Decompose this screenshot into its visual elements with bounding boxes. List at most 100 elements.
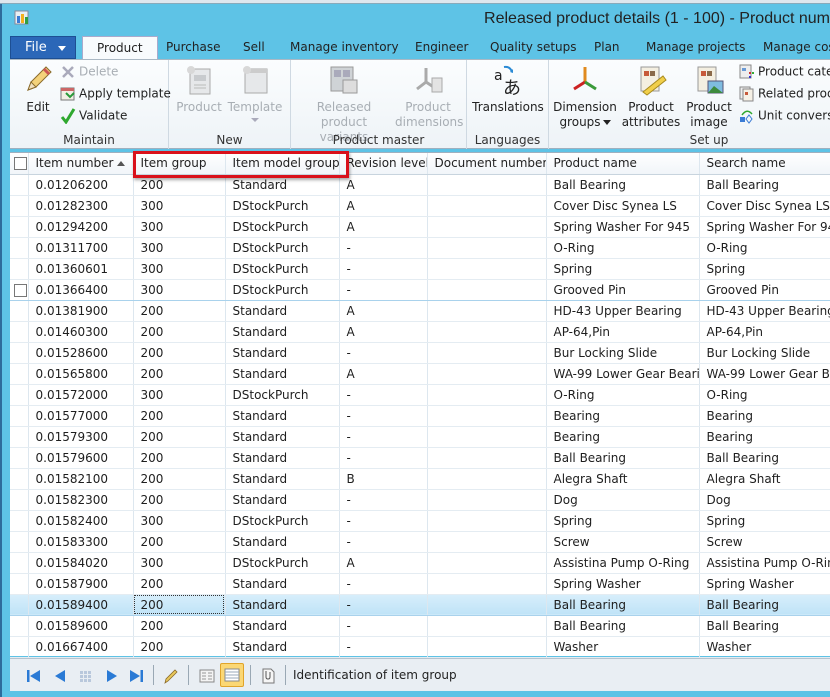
cell-revision-level[interactable]: A [339, 216, 428, 238]
cell-item-group[interactable]: 300 [133, 258, 226, 280]
table-row[interactable]: 0.01587900 200 Standard - Spring Washer Sprin… [10, 573, 830, 595]
cell-search-name[interactable]: Ball Bearing [699, 615, 830, 637]
cell-item-number[interactable]: 0.01366400 [28, 278, 134, 301]
cell-search-name[interactable]: Grooved Pin [699, 278, 830, 301]
cell-item-model-group[interactable]: Standard [225, 636, 340, 658]
cell-item-model-group[interactable]: Standard [225, 593, 340, 616]
cell-item-model-group[interactable]: DStockPurch [225, 216, 340, 238]
cell-item-number[interactable]: 0.01381900 [28, 300, 134, 322]
cell-item-number[interactable]: 0.01584020 [28, 552, 134, 574]
cell-document-number[interactable] [427, 510, 547, 532]
dimension-groups-button[interactable]: Dimension groups [553, 64, 617, 130]
grid-view-button[interactable] [220, 663, 244, 687]
cell-item-number[interactable]: 0.01282300 [28, 195, 134, 217]
cell-product-name[interactable]: Cover Disc Synea LS [546, 195, 700, 217]
cell-search-name[interactable]: Spring [699, 258, 830, 280]
cell-item-group[interactable]: 200 [133, 468, 226, 490]
cell-document-number[interactable] [427, 278, 547, 301]
cell-item-model-group[interactable]: DStockPurch [225, 258, 340, 280]
product-dimensions-button[interactable]: Product dimensions [395, 64, 463, 130]
row-select-cell[interactable] [10, 489, 29, 511]
cell-product-name[interactable]: Screw [546, 531, 700, 553]
cell-item-model-group[interactable]: Standard [225, 300, 340, 322]
tab-sell[interactable]: Sell [243, 36, 265, 59]
cell-document-number[interactable] [427, 174, 547, 196]
cell-product-name[interactable]: Ball Bearing [546, 174, 700, 196]
column-header-item-group[interactable]: Item group [133, 153, 226, 175]
cell-search-name[interactable]: Spring [699, 510, 830, 532]
cell-search-name[interactable]: Cover Disc Synea LS [699, 195, 830, 217]
cell-product-name[interactable]: AP-64,Pin [546, 321, 700, 343]
cell-item-number[interactable]: 0.01589400 [28, 593, 134, 616]
cell-document-number[interactable] [427, 573, 547, 595]
cell-search-name[interactable]: Washer [699, 636, 830, 658]
row-select-cell[interactable] [10, 174, 29, 196]
cell-product-name[interactable]: Spring [546, 510, 700, 532]
cell-revision-level[interactable]: A [339, 300, 428, 322]
cell-revision-level[interactable]: A [339, 195, 428, 217]
cell-revision-level[interactable]: - [339, 636, 428, 658]
cell-item-number[interactable]: 0.01667400 [28, 636, 134, 658]
cell-item-model-group[interactable]: Standard [225, 447, 340, 469]
cell-document-number[interactable] [427, 531, 547, 553]
cell-item-group[interactable]: 300 [133, 510, 226, 532]
cell-document-number[interactable] [427, 552, 547, 574]
table-row[interactable]: 0.01565800 200 Standard A WA-99 Lower Gear B… [10, 363, 830, 385]
cell-product-name[interactable]: Dog [546, 489, 700, 511]
cell-document-number[interactable] [427, 237, 547, 259]
cell-item-model-group[interactable]: DStockPurch [225, 278, 340, 301]
previous-record-button[interactable] [52, 668, 68, 684]
cell-item-group[interactable]: 200 [133, 426, 226, 448]
cell-document-number[interactable] [427, 593, 547, 616]
cell-item-model-group[interactable]: DStockPurch [225, 552, 340, 574]
details-view-button[interactable] [199, 668, 215, 684]
cell-revision-level[interactable]: - [339, 384, 428, 406]
unit-conversions-button[interactable]: Unit conversi [739, 108, 830, 128]
cell-revision-level[interactable]: - [339, 489, 428, 511]
cell-item-number[interactable]: 0.01294200 [28, 216, 134, 238]
table-row[interactable]: 0.01582300 200 Standard - Dog Dog [10, 489, 830, 511]
table-row[interactable]: 0.01381900 200 Standard A HD-43 Upper Bearin… [10, 300, 830, 322]
cell-item-model-group[interactable]: Standard [225, 321, 340, 343]
row-select-cell[interactable] [10, 426, 29, 448]
cell-item-number[interactable]: 0.01528600 [28, 342, 134, 364]
cell-item-number[interactable]: 0.01206200 [28, 174, 134, 196]
cell-revision-level[interactable]: - [339, 258, 428, 280]
cell-item-model-group[interactable]: DStockPurch [225, 384, 340, 406]
cell-item-group[interactable]: 300 [133, 195, 226, 217]
table-row[interactable]: 0.01294200 300 DStockPurch A Spring Washer F… [10, 216, 830, 238]
cell-revision-level[interactable]: B [339, 468, 428, 490]
delete-button[interactable]: Delete [60, 64, 118, 84]
cell-item-group[interactable]: 300 [133, 552, 226, 574]
column-header-revision-level[interactable]: Revision level [339, 153, 428, 175]
column-header-item-number[interactable]: Item number [28, 153, 134, 175]
cell-item-model-group[interactable]: Standard [225, 426, 340, 448]
cell-document-number[interactable] [427, 405, 547, 427]
cell-search-name[interactable]: HD-43 Upper Bearing [699, 300, 830, 322]
cell-item-model-group[interactable]: Standard [225, 489, 340, 511]
cell-document-number[interactable] [427, 426, 547, 448]
cell-search-name[interactable]: Bearing [699, 426, 830, 448]
cell-item-number[interactable]: 0.01460300 [28, 321, 134, 343]
cell-item-number[interactable]: 0.01582400 [28, 510, 134, 532]
cell-item-group[interactable]: 200 [133, 593, 226, 616]
table-row[interactable]: 0.01582400 300 DStockPurch - Spring Spring [10, 510, 830, 532]
cell-item-group[interactable]: 300 [133, 384, 226, 406]
row-select-cell[interactable] [10, 636, 29, 658]
new-template-button[interactable]: Template [227, 64, 283, 122]
cell-search-name[interactable]: Screw [699, 531, 830, 553]
table-row[interactable]: 0.01360601 300 DStockPurch - Spring Spring [10, 258, 830, 280]
cell-revision-level[interactable]: A [339, 363, 428, 385]
row-select-cell[interactable] [10, 237, 29, 259]
cell-item-number[interactable]: 0.01582300 [28, 489, 134, 511]
last-record-button[interactable] [128, 668, 144, 684]
tab-plan[interactable]: Plan [594, 36, 620, 59]
cell-item-model-group[interactable]: Standard [225, 531, 340, 553]
cell-product-name[interactable]: WA-99 Lower Gear Bearing [546, 363, 700, 385]
cell-item-group[interactable]: 200 [133, 321, 226, 343]
cell-product-name[interactable]: Washer [546, 636, 700, 658]
cell-item-model-group[interactable]: Standard [225, 573, 340, 595]
cell-document-number[interactable] [427, 300, 547, 322]
cell-item-group[interactable]: 300 [133, 278, 226, 301]
table-row[interactable]: 0.01579300 200 Standard - Bearing Bearing [10, 426, 830, 448]
